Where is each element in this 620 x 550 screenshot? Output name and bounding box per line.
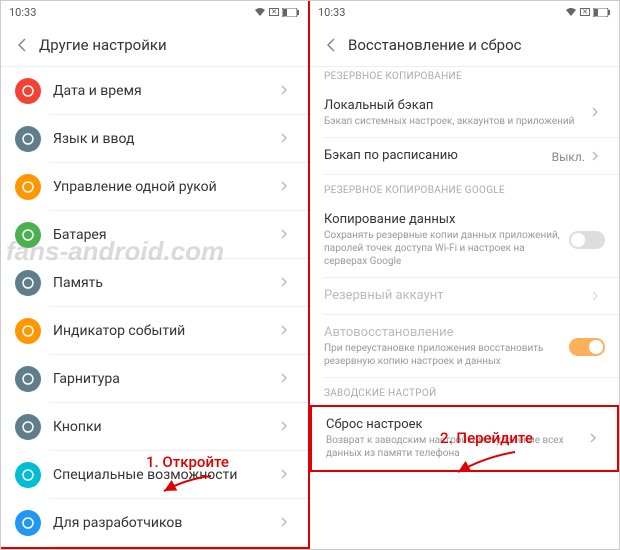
header: Другие настройки (1, 23, 308, 67)
item-label: Дата и время (53, 83, 280, 99)
status-time: 10:33 (9, 6, 36, 19)
settings-item[interactable]: Кнопки (1, 403, 308, 451)
arrow-icon (450, 447, 520, 477)
chevron-right-icon (591, 106, 605, 120)
item-label: Память (53, 275, 280, 291)
page-title: Другие настройки (39, 36, 167, 54)
page-title: Восстановление и сброс (348, 36, 521, 54)
settings-item[interactable]: Гарнитура (1, 355, 308, 403)
item-label: Управление одной рукой (53, 179, 280, 195)
settings-item[interactable]: Управление одной рукой (1, 163, 308, 211)
wifi-icon (254, 7, 266, 17)
item-title: Резервный аккаунт (324, 288, 591, 303)
chevron-right-icon (280, 132, 294, 146)
status-icons: ✕ (565, 7, 611, 17)
item-title: Бэкап по расписанию (324, 148, 552, 163)
clock-icon (15, 78, 41, 104)
arrow-icon (156, 471, 216, 496)
no-sim-icon: ✕ (269, 8, 279, 16)
item-title: Автовосстановление (324, 325, 569, 340)
wifi-icon (565, 7, 577, 17)
dev-icon (15, 510, 41, 536)
section-header: ЗАВОДСКИЕ НАСТРОЙ (310, 378, 619, 405)
item-subtitle: Бэкап системных настроек, аккаунтов и пр… (324, 115, 591, 128)
toggle-switch[interactable] (569, 231, 605, 249)
chevron-right-icon (280, 324, 294, 338)
item-label: Гарнитура (53, 371, 280, 387)
chevron-right-icon (280, 228, 294, 242)
status-icons: ✕ (254, 7, 300, 17)
status-bar: 10:33 ✕ (1, 1, 308, 23)
battery-icon (282, 8, 300, 17)
back-icon[interactable] (13, 36, 31, 54)
settings-item[interactable]: Для разработчиков (1, 499, 308, 547)
chevron-right-icon (591, 290, 605, 304)
chevron-right-icon (280, 84, 294, 98)
item-label: Кнопки (53, 419, 280, 435)
item-value: Выкл. (552, 150, 585, 164)
accessibility-icon (15, 462, 41, 488)
back-icon[interactable] (322, 36, 340, 54)
item-subtitle: При переустановке приложения восстановит… (324, 342, 569, 368)
toggle-switch[interactable] (569, 338, 605, 356)
buttons-icon (15, 414, 41, 440)
no-sim-icon: ✕ (580, 8, 590, 16)
item-label: Язык и ввод (53, 131, 280, 147)
item-label: Индикатор событий (53, 323, 280, 339)
settings-item[interactable]: Дата и время (1, 67, 308, 115)
chevron-right-icon (589, 432, 603, 446)
storage-icon (15, 270, 41, 296)
settings-item[interactable]: Язык и ввод (1, 115, 308, 163)
chevron-right-icon (280, 180, 294, 194)
settings-item[interactable]: Индикатор событий (1, 307, 308, 355)
battery-icon (593, 8, 611, 17)
item-subtitle: Сохранять резервные копии данных приложе… (324, 229, 569, 268)
settings-item[interactable]: Восстановление и сброс (1, 547, 308, 549)
chevron-right-icon (280, 372, 294, 386)
led-icon (15, 318, 41, 344)
header: Восстановление и сброс (310, 23, 619, 67)
annotation-step2: 2. Перейдите (440, 429, 533, 447)
chevron-right-icon (280, 516, 294, 530)
scheduled-backup-item[interactable]: Бэкап по расписанию Выкл. (310, 138, 619, 175)
watermark: fans-android.com (6, 236, 224, 267)
item-title: Локальный бэкап (324, 98, 591, 113)
autorestore-item[interactable]: Автовосстановление При переустановке при… (310, 315, 619, 378)
local-backup-item[interactable]: Локальный бэкап Бэкап системных настроек… (310, 88, 619, 138)
status-time: 10:33 (318, 6, 345, 19)
globe-icon (15, 126, 41, 152)
item-title: Копирование данных (324, 212, 569, 227)
item-label: Для разработчиков (53, 515, 280, 531)
section-header: РЕЗЕРВНОЕ КОПИРОВАНИЕ GOOGLE (310, 175, 619, 202)
reserve-account-item[interactable]: Резервный аккаунт (310, 278, 619, 315)
headset-icon (15, 366, 41, 392)
annotation-step1: 1. Откройте (146, 453, 229, 471)
chevron-right-icon (280, 276, 294, 290)
copy-data-item[interactable]: Копирование данных Сохранять резервные к… (310, 202, 619, 278)
section-header: РЕЗЕРВНОЕ КОПИРОВАНИЕ (310, 67, 619, 88)
hand-icon (15, 174, 41, 200)
status-bar: 10:33 ✕ (310, 1, 619, 23)
chevron-right-icon (280, 420, 294, 434)
chevron-right-icon (591, 150, 605, 164)
chevron-right-icon (280, 468, 294, 482)
